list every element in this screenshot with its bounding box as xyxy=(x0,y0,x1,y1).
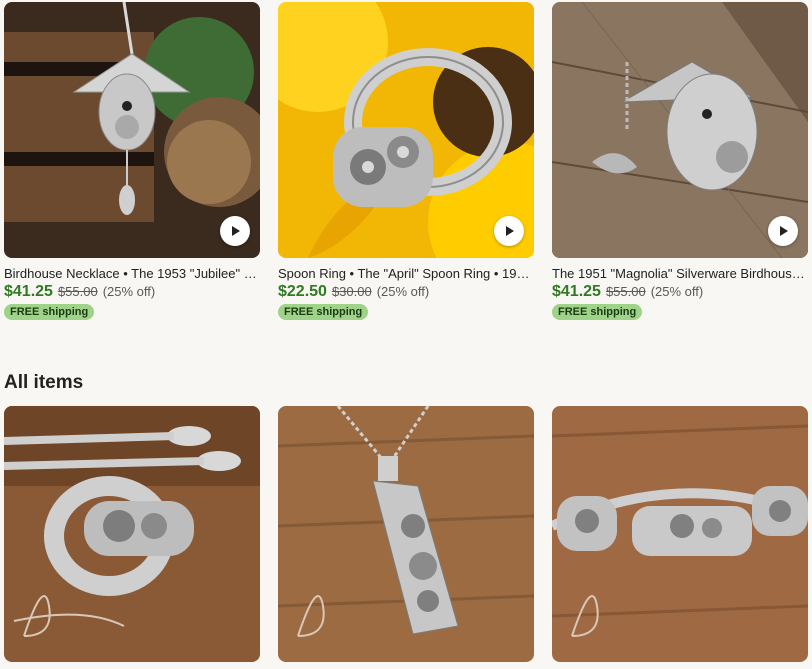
listing-image[interactable] xyxy=(278,406,534,662)
sale-price: $41.25 xyxy=(4,283,53,300)
listing-card[interactable] xyxy=(552,406,808,662)
listing-image[interactable] xyxy=(552,2,808,258)
discount-label: (25% off) xyxy=(650,284,704,299)
play-icon[interactable] xyxy=(494,216,524,246)
free-shipping-badge: FREE shipping xyxy=(552,304,643,320)
listing-image[interactable] xyxy=(278,2,534,258)
play-icon[interactable] xyxy=(768,216,798,246)
free-shipping-badge: FREE shipping xyxy=(278,304,369,320)
sale-price: $41.25 xyxy=(552,283,601,300)
price-row: $22.50 $30.00 (25% off) xyxy=(278,283,534,301)
listing-image[interactable] xyxy=(4,406,260,662)
play-icon[interactable] xyxy=(220,216,250,246)
free-shipping-badge: FREE shipping xyxy=(4,304,95,320)
discount-label: (25% off) xyxy=(102,284,156,299)
original-price: $55.00 xyxy=(57,284,98,299)
original-price: $55.00 xyxy=(605,284,646,299)
listing-image[interactable] xyxy=(4,2,260,258)
listing-card[interactable]: The 1951 "Magnolia" Silverware Birdhouse… xyxy=(552,2,808,320)
discount-label: (25% off) xyxy=(376,284,430,299)
section-heading-all-items: All items xyxy=(4,372,84,393)
listing-title[interactable]: Birdhouse Necklace • The 1953 "Jubilee" … xyxy=(4,266,260,282)
original-price: $30.00 xyxy=(331,284,372,299)
price-row: $41.25 $55.00 (25% off) xyxy=(552,283,808,301)
listing-image[interactable] xyxy=(552,406,808,662)
price-row: $41.25 $55.00 (25% off) xyxy=(4,283,260,301)
listing-title[interactable]: Spoon Ring • The "April" Spoon Ring • 19… xyxy=(278,266,534,282)
listing-card[interactable]: Spoon Ring • The "April" Spoon Ring • 19… xyxy=(278,2,534,320)
all-items-grid xyxy=(4,406,812,662)
listing-card[interactable] xyxy=(278,406,534,662)
listing-title[interactable]: The 1951 "Magnolia" Silverware Birdhouse… xyxy=(552,266,808,282)
listing-card[interactable] xyxy=(4,406,260,662)
featured-listings: Birdhouse Necklace • The 1953 "Jubilee" … xyxy=(4,2,812,320)
listing-card[interactable]: Birdhouse Necklace • The 1953 "Jubilee" … xyxy=(4,2,260,320)
sale-price: $22.50 xyxy=(278,283,327,300)
